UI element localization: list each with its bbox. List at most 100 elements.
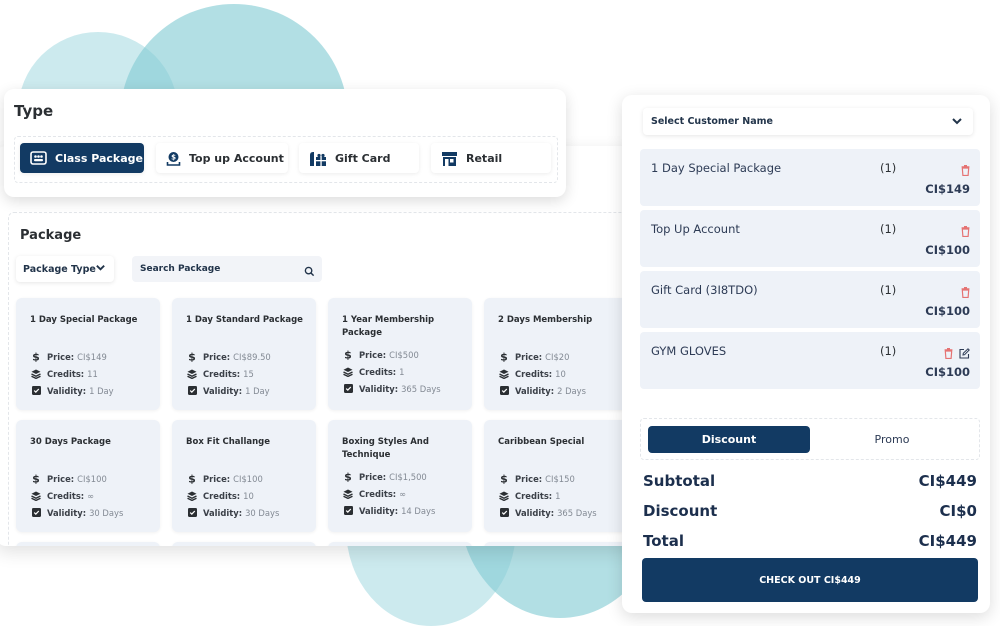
- package-card-partial: [484, 542, 628, 546]
- package-validity-row: Validity: 365 Days: [342, 380, 441, 397]
- checkbox-icon: [30, 386, 42, 395]
- subtotal-row: Subtotal CI$449: [643, 472, 977, 490]
- package-credits-row: Credits: 10: [498, 365, 586, 382]
- cart-item-qty: (1): [880, 161, 897, 175]
- tab-promo[interactable]: Promo: [811, 426, 973, 453]
- svg-text:$: $: [188, 351, 196, 362]
- subtotal-label: Subtotal: [643, 472, 716, 490]
- package-price-value: CI$500: [389, 349, 419, 360]
- package-validity-row: Validity: 14 Days: [342, 502, 435, 519]
- type-button-retail[interactable]: Retail: [431, 143, 551, 173]
- customer-select-dropdown[interactable]: Select Customer Name: [643, 108, 973, 135]
- package-validity-row: Validity: 30 Days: [30, 504, 123, 521]
- svg-text:$: $: [188, 473, 196, 484]
- checkout-button[interactable]: CHECK OUT CI$449: [642, 558, 978, 602]
- type-button-class-package[interactable]: Class Package: [20, 143, 144, 173]
- package-title: Package: [20, 228, 82, 243]
- checkbox-icon: [342, 384, 354, 393]
- package-panel: Package Package Type 1 Day Special Packa…: [0, 146, 636, 546]
- package-search-input[interactable]: [140, 264, 300, 274]
- discount-row: Discount CI$0: [643, 502, 977, 520]
- dollar-icon: $: [30, 351, 42, 362]
- package-validity-value: 365 Days: [401, 383, 441, 394]
- package-validity-row: Validity: 1 Day: [30, 382, 114, 399]
- discount-value: CI$0: [939, 502, 977, 520]
- type-button-gift-card[interactable]: Gift Card: [299, 143, 419, 173]
- total-label: Total: [643, 532, 684, 550]
- layers-icon: [186, 369, 198, 379]
- cart-item-qty: (1): [880, 283, 897, 297]
- package-name: 1 Year Membership Package: [342, 315, 435, 338]
- package-card[interactable]: 1 Year Membership Package $ Price: CI$50…: [328, 298, 472, 410]
- trash-icon[interactable]: [961, 222, 970, 241]
- package-card[interactable]: Box Fit Challange $ Price: CI$100 Credit…: [172, 420, 316, 532]
- edit-icon[interactable]: [959, 344, 970, 363]
- package-card-partial: [172, 542, 316, 546]
- class-package-icon: [30, 151, 47, 165]
- cart-item-price: CI$100: [925, 243, 970, 257]
- type-button-top-up-account[interactable]: $ Top up Account: [156, 143, 288, 173]
- package-validity-row: Validity: 1 Day: [186, 382, 271, 399]
- package-credits-label: Credits:: [47, 490, 85, 501]
- package-card[interactable]: 30 Days Package $ Price: CI$100 Credits:…: [16, 420, 160, 532]
- trash-icon[interactable]: [961, 161, 970, 180]
- trash-icon[interactable]: [944, 344, 953, 363]
- cart-item-name: Top Up Account: [651, 222, 740, 236]
- package-type-label: Package Type: [23, 263, 96, 275]
- package-credits-value: 15: [243, 368, 254, 379]
- cart-item-price: CI$149: [925, 182, 970, 196]
- package-validity-value: 365 Days: [557, 507, 597, 518]
- checkbox-icon: [498, 386, 510, 395]
- package-credits-value: ∞: [399, 488, 407, 499]
- store-icon: [441, 151, 458, 166]
- layers-icon: [30, 369, 42, 379]
- package-price-row: $ Price: CI$100: [186, 470, 279, 487]
- package-name: 30 Days Package: [30, 437, 111, 447]
- package-name: Caribbean Special: [498, 437, 585, 447]
- dollar-icon: $: [186, 351, 198, 362]
- package-search[interactable]: [132, 256, 322, 282]
- package-validity-row: Validity: 2 Days: [498, 382, 586, 399]
- package-type-dropdown[interactable]: Package Type: [16, 256, 114, 282]
- svg-text:$: $: [32, 351, 40, 362]
- total-value: CI$449: [918, 532, 977, 550]
- package-card[interactable]: 1 Day Standard Package $ Price: CI$89.50…: [172, 298, 316, 410]
- chevron-down-icon: [951, 115, 963, 130]
- cart-item-qty: (1): [880, 222, 897, 236]
- package-card[interactable]: Boxing Styles And Technique $ Price: CI$…: [328, 420, 472, 532]
- top-up-icon: $: [166, 151, 181, 166]
- package-price-row: $ Price: CI$100: [30, 470, 123, 487]
- package-validity-label: Validity:: [359, 505, 399, 516]
- package-card[interactable]: 2 Days Membership $ Price: CI$20 Credits…: [484, 298, 628, 410]
- cart-item: 1 Day Special Package (1) CI$149: [640, 149, 980, 206]
- discount-label: Discount: [643, 502, 718, 520]
- package-card[interactable]: 1 Day Special Package $ Price: CI$149 Cr…: [16, 298, 160, 410]
- svg-text:$: $: [344, 471, 352, 482]
- package-credits-value: 1: [399, 366, 405, 377]
- dollar-icon: $: [342, 471, 354, 482]
- package-card[interactable]: Caribbean Special $ Price: CI$150 Credit…: [484, 420, 628, 532]
- package-validity-label: Validity:: [515, 385, 555, 396]
- cart-item-price: CI$100: [925, 304, 970, 318]
- package-validity-value: 30 Days: [245, 507, 280, 518]
- package-validity-value: 1 Day: [245, 385, 270, 396]
- type-button-label: Gift Card: [335, 151, 391, 165]
- package-price-label: Price:: [359, 349, 387, 360]
- chevron-down-icon: [95, 262, 106, 276]
- search-icon[interactable]: [304, 262, 315, 281]
- dollar-icon: $: [498, 351, 510, 362]
- cart-item: Gift Card (3I8TDO) (1) CI$100: [640, 271, 980, 328]
- package-credits-row: Credits: 11: [30, 365, 114, 382]
- package-name: 1 Day Standard Package: [186, 315, 303, 325]
- package-price-value: CI$100: [233, 473, 263, 484]
- svg-text:$: $: [171, 153, 176, 161]
- package-validity-row: Validity: 365 Days: [498, 504, 597, 521]
- package-price-value: CI$100: [77, 473, 107, 484]
- trash-icon[interactable]: [961, 283, 970, 302]
- package-credits-label: Credits:: [359, 488, 397, 499]
- checkbox-icon: [498, 508, 510, 517]
- checkbox-icon: [186, 508, 198, 517]
- cart-item: GYM GLOVES (1) CI$100: [640, 332, 980, 389]
- package-price-value: CI$1,500: [389, 471, 427, 482]
- tab-discount[interactable]: Discount: [648, 426, 810, 453]
